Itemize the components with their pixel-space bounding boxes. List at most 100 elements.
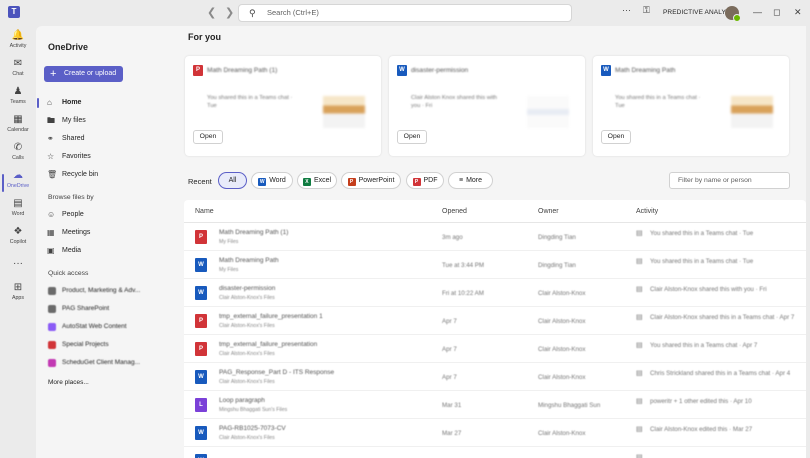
- rail-calendar[interactable]: ▦ Calendar: [0, 114, 36, 142]
- table-row[interactable]: Ptmp_external_failure_presentation Clair …: [184, 335, 806, 363]
- file-location: Clair Alston-Knox's Files: [219, 379, 275, 385]
- file-location: My Files: [219, 239, 239, 245]
- filter-all-chip[interactable]: All: [218, 172, 247, 189]
- nav-item-recycle-bin[interactable]: 🗑 Recycle bin: [46, 168, 98, 182]
- apps-icon: ⊞: [13, 282, 23, 293]
- rail-calls[interactable]: ✆ Calls: [0, 142, 36, 170]
- back-arrow-icon[interactable]: ❮: [207, 6, 216, 19]
- site-icon: [48, 305, 56, 313]
- nav-item-people[interactable]: ☺ People: [46, 208, 84, 222]
- nav-item-shared[interactable]: ⚭ Shared: [46, 132, 85, 146]
- close-icon[interactable]: ✕: [794, 7, 802, 18]
- table-row[interactable]: W PAG-RB1025-7073-CV Clair Alston-Knox's F…: [184, 419, 806, 447]
- recent-label: Recent: [188, 177, 212, 186]
- file-name[interactable]: Loop paragraph: [219, 397, 265, 404]
- quick-access-item[interactable]: AutoStat Web Content: [48, 321, 127, 333]
- filter-by-name-input[interactable]: Filter by name or person: [669, 172, 790, 189]
- pdf-file-icon: P: [195, 314, 207, 328]
- filter-excel-chip[interactable]: X Excel: [297, 172, 337, 189]
- cloud-icon: ☁: [13, 170, 23, 181]
- for-you-heading: For you: [188, 32, 221, 42]
- column-header-name[interactable]: Name: [195, 208, 214, 215]
- filter-pdf-chip[interactable]: P PDF: [406, 172, 444, 189]
- column-header-opened[interactable]: Opened: [442, 208, 467, 215]
- powerpoint-icon: P: [347, 178, 356, 186]
- people-icon: ⚭: [47, 134, 54, 143]
- table-row[interactable]: W▤: [184, 447, 806, 458]
- open-button[interactable]: Open: [601, 130, 631, 144]
- rail-chat[interactable]: ✉ Chat: [0, 58, 36, 86]
- nav-item-my-files[interactable]: 🖿 My files: [46, 114, 86, 128]
- card-thumbnail: [731, 96, 773, 128]
- share-icon: ▤: [636, 286, 643, 293]
- filter-powerpoint-chip[interactable]: P PowerPoint: [341, 172, 401, 189]
- shield-icon[interactable]: ⚿: [643, 5, 650, 16]
- owner-name: Clair Alston-Knox: [538, 374, 586, 381]
- rail-onedrive[interactable]: ☁ OneDrive: [0, 170, 36, 198]
- share-icon: ▤: [636, 230, 643, 237]
- quick-access-item[interactable]: Special Projects: [48, 339, 109, 351]
- table-row[interactable]: W PAG_Response_Part D - ITS Response Clair…: [184, 363, 806, 391]
- search-input[interactable]: ⚲ Search (Ctrl+E): [238, 4, 572, 22]
- scrollbar[interactable]: [806, 26, 810, 458]
- teams-icon: ♟: [13, 86, 23, 97]
- column-header-owner[interactable]: Owner: [538, 208, 559, 215]
- user-avatar[interactable]: [725, 6, 741, 22]
- pdf-file-icon: P: [195, 342, 207, 356]
- column-header-activity[interactable]: Activity: [636, 208, 658, 215]
- ellipsis-icon[interactable]: ···: [622, 5, 631, 15]
- owner-name: Clair Alston-Knox: [538, 318, 586, 325]
- word-file-icon: W: [195, 370, 207, 384]
- share-icon: ▤: [636, 426, 643, 433]
- browse-header: Browse files by: [48, 194, 94, 201]
- file-name[interactable]: tmp_external_failure_presentation 1: [219, 313, 323, 320]
- more-places-link[interactable]: More places...: [48, 379, 89, 386]
- minimize-icon[interactable]: —: [753, 7, 762, 17]
- filter-word-chip[interactable]: W Word: [251, 172, 293, 189]
- share-icon: ▤: [636, 314, 643, 321]
- quick-access-item[interactable]: Product, Marketing & Adv...: [48, 285, 140, 297]
- file-name[interactable]: disaster-permission: [219, 285, 275, 292]
- nav-item-home[interactable]: ⌂ Home: [46, 96, 81, 110]
- file-name[interactable]: PAG-RB1025-7073-CV: [219, 425, 286, 432]
- file-name[interactable]: PAG_Response_Part D - ITS Response: [219, 369, 334, 376]
- for-you-card[interactable]: P Math Dreaming Path (1) You shared this…: [185, 56, 381, 156]
- file-name[interactable]: Math Dreaming Path: [219, 257, 279, 264]
- rail-copilot[interactable]: ❖ Copilot: [0, 226, 36, 254]
- nav-item-meetings[interactable]: ▦ Meetings: [46, 226, 90, 240]
- create-or-upload-button[interactable]: + Create or upload: [44, 66, 123, 82]
- nav-item-favorites[interactable]: ☆ Favorites: [46, 150, 91, 164]
- word-icon: ▤: [13, 198, 23, 209]
- rail-teams[interactable]: ♟ Teams: [0, 86, 36, 114]
- site-icon: [48, 287, 56, 295]
- folder-icon: 🖿: [47, 116, 55, 125]
- rail-apps[interactable]: ⊞ Apps: [0, 282, 36, 310]
- word-file-icon: W: [397, 65, 407, 76]
- table-row[interactable]: Ptmp_external_failure_presentation 1 Clai…: [184, 307, 806, 335]
- table-row[interactable]: P Math Dreaming Path (1) My Files 3m ago Din…: [184, 223, 806, 251]
- word-file-icon: W: [195, 258, 207, 272]
- open-button[interactable]: Open: [397, 130, 427, 144]
- table-row[interactable]: Wdisaster-permission Clair Alston-Knox's …: [184, 279, 806, 307]
- file-name[interactable]: Math Dreaming Path (1): [219, 229, 288, 236]
- open-button[interactable]: Open: [193, 130, 223, 144]
- table-row[interactable]: W Math Dreaming Path My Files Tue at 3:44 P…: [184, 251, 806, 279]
- nav-item-media[interactable]: ▣ Media: [46, 244, 81, 258]
- site-icon: [48, 359, 56, 367]
- rail-more[interactable]: ···: [0, 258, 36, 270]
- filter-more-chip[interactable]: ≡ More: [448, 172, 493, 189]
- quick-access-item[interactable]: ScheduGet Client Manag...: [48, 357, 140, 369]
- word-file-icon: W: [195, 454, 207, 458]
- maximize-icon[interactable]: ◻: [773, 7, 780, 18]
- rail-word[interactable]: ▤ Word: [0, 198, 36, 226]
- rail-activity[interactable]: 🔔 Activity: [0, 30, 36, 58]
- table-row[interactable]: L Loop paragraph Mingshu Bhaggati Sun's Fi…: [184, 391, 806, 419]
- file-name[interactable]: tmp_external_failure_presentation: [219, 341, 317, 348]
- teams-logo-icon: T: [8, 6, 20, 18]
- quick-access-item[interactable]: PAG SharePoint: [48, 303, 109, 315]
- for-you-card[interactable]: W disaster-permission Clair Alston Knox …: [389, 56, 585, 156]
- image-icon: ▣: [47, 246, 55, 255]
- for-you-card[interactable]: W Math Dreaming Path You shared this in …: [593, 56, 789, 156]
- activity-text: ▤ Chris Strickland shared this in a Teams…: [636, 370, 791, 377]
- forward-arrow-icon[interactable]: ❯: [225, 6, 234, 19]
